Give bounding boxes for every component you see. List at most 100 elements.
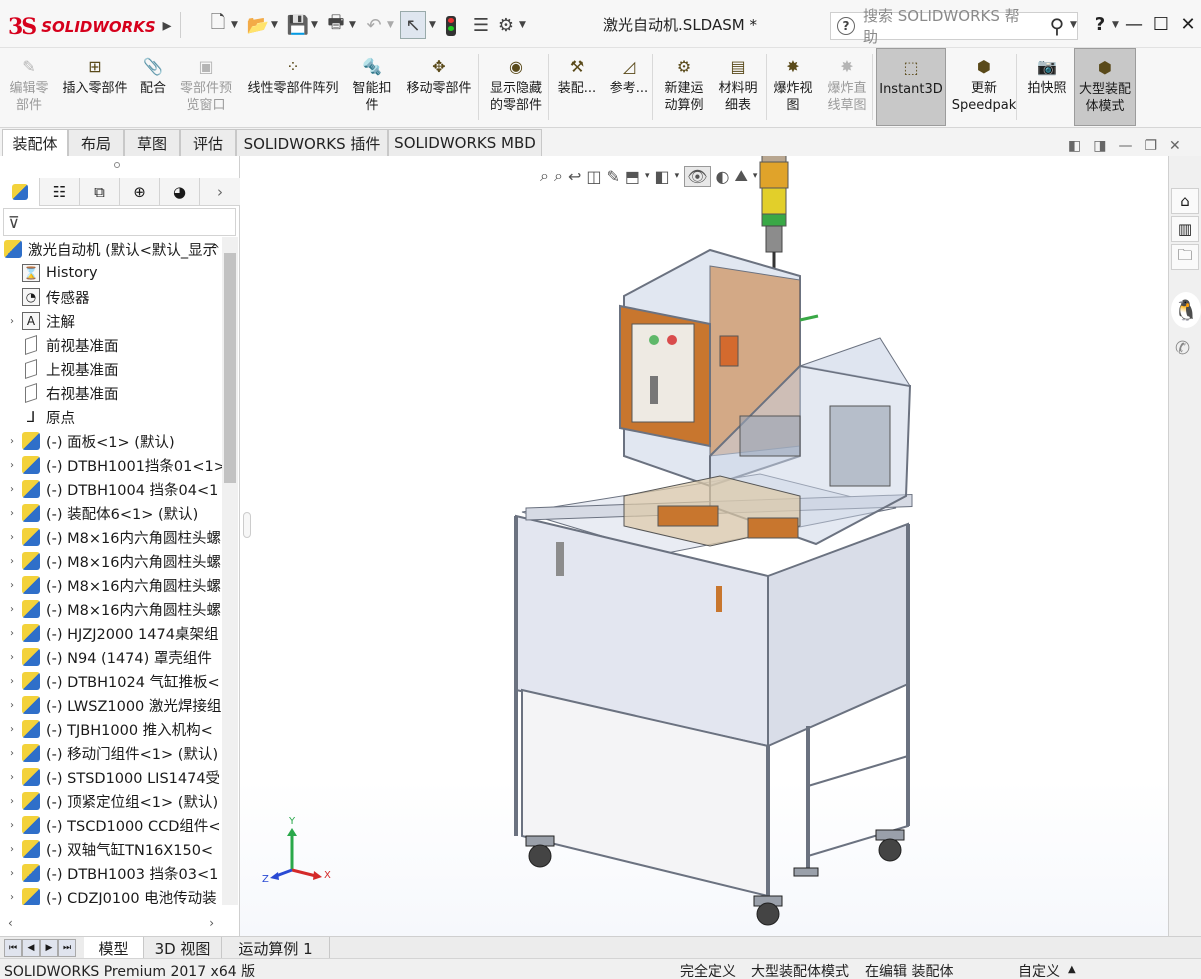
expand-arrow-icon[interactable]: ›: [6, 532, 18, 543]
tree-item[interactable]: › (-) 装配体6<1> (默认): [0, 501, 222, 525]
expand-arrow-icon[interactable]: ›: [6, 844, 18, 855]
expand-arrow-icon[interactable]: ›: [6, 700, 18, 711]
solidworks-logo[interactable]: 3S SOLIDWORKS: [8, 10, 156, 44]
ribbon-button-9[interactable]: ◿ 参考...: [604, 48, 654, 126]
file-explorer-icon[interactable]: 🗀: [1171, 244, 1199, 270]
rebuild-icon[interactable]: [446, 16, 456, 36]
ribbon-button-15[interactable]: ⬢ 更新 Speedpak: [946, 48, 1022, 126]
undo-icon[interactable]: ↶: [362, 12, 386, 38]
ribbon-button-10[interactable]: ⚙ 新建运 动算例: [656, 48, 712, 126]
chevron-down-icon[interactable]: ▼: [519, 20, 526, 30]
scrollbar-thumb[interactable]: [224, 253, 236, 483]
expand-arrow-icon[interactable]: ›: [6, 316, 18, 327]
viewport-restore-icon[interactable]: ❐: [1144, 138, 1157, 154]
tab-bottom-0[interactable]: 模型: [84, 937, 144, 959]
tree-item[interactable]: › (-) TJBH1000 推入机构<: [0, 717, 222, 741]
ribbon-button-16[interactable]: 📷 拍快照: [1022, 48, 1072, 126]
ribbon-button-17[interactable]: ⬢ 大型装配 体模式: [1074, 48, 1136, 126]
ribbon-button-0[interactable]: ✎ 编辑零 部件: [2, 48, 56, 126]
save-icon[interactable]: 💾: [286, 12, 310, 38]
ribbon-button-7[interactable]: ◉ 显示隐藏 的零部件: [482, 48, 550, 126]
ribbon-button-2[interactable]: 📎 配合: [134, 48, 172, 126]
tree-item[interactable]: › (-) N94 (1474) 罩壳组件: [0, 645, 222, 669]
assistant-avatar-icon[interactable]: 🐧: [1171, 292, 1201, 328]
tree-item[interactable]: 前视基准面: [0, 333, 222, 357]
tile-left-icon[interactable]: ◧: [1068, 138, 1081, 154]
tree-root-assembly[interactable]: 激光自动机 (默认<默认_显示 ^: [0, 237, 222, 261]
ribbon-button-8[interactable]: ⚒ 装配...: [552, 48, 602, 126]
tree-item[interactable]: › (-) M8×16内六角圆柱头螺: [0, 549, 222, 573]
chevron-up-icon[interactable]: ▲: [1068, 964, 1076, 975]
tree-filter-input[interactable]: ⊽: [3, 208, 236, 236]
ribbon-button-11[interactable]: ▤ 材料明 细表: [712, 48, 764, 126]
tree-item[interactable]: ⅃ 原点: [0, 405, 222, 429]
chevron-down-icon[interactable]: ▼: [429, 20, 436, 30]
print-icon[interactable]: 🖶: [324, 12, 348, 38]
tree-item[interactable]: 右视基准面: [0, 381, 222, 405]
help-search-box[interactable]: ? 搜索 SOLIDWORKS 帮助 ⚲: [830, 7, 1078, 46]
tree-item[interactable]: › (-) M8×16内六角圆柱头螺: [0, 597, 222, 621]
expand-arrow-icon[interactable]: ›: [6, 628, 18, 639]
tree-item[interactable]: › (-) LWSZ1000 激光焊接组: [0, 693, 222, 717]
tree-item[interactable]: › A 注解: [0, 309, 222, 333]
configurationmanager-tab-icon[interactable]: ⧉: [80, 178, 120, 206]
scroll-up-icon[interactable]: ^: [210, 242, 220, 256]
tree-item[interactable]: › (-) DTBH1004 挡条04<1: [0, 477, 222, 501]
tab-command-0[interactable]: 装配体: [2, 129, 68, 156]
expand-arrow-icon[interactable]: ›: [6, 508, 18, 519]
expand-arrow-icon[interactable]: ›: [6, 580, 18, 591]
tab-bottom-2[interactable]: 运动算例 1: [222, 937, 330, 959]
tree-horizontal-scrollbar[interactable]: ‹ ›: [0, 913, 222, 933]
expand-arrow-icon[interactable]: ›: [6, 820, 18, 831]
chevron-down-icon[interactable]: ▼: [1112, 20, 1119, 30]
ribbon-button-13[interactable]: ✸ 爆炸直 线草图: [822, 48, 872, 126]
tree-item[interactable]: › (-) M8×16内六角圆柱头螺: [0, 525, 222, 549]
panel-splitter-handle[interactable]: [114, 162, 120, 168]
scroll-right-icon[interactable]: ›: [209, 916, 214, 930]
ribbon-button-14[interactable]: ⬚ Instant3D: [876, 48, 946, 126]
select-pointer-icon[interactable]: ↖: [400, 11, 426, 39]
tab-command-1[interactable]: 布局: [68, 129, 124, 156]
phone-icon[interactable]: ✆: [1175, 338, 1201, 359]
tree-item[interactable]: › (-) 双轴气缸TN16X150<: [0, 837, 222, 861]
ribbon-button-5[interactable]: 🔩 智能扣 件: [346, 48, 398, 126]
expand-arrow-icon[interactable]: ›: [6, 484, 18, 495]
expand-arrow-icon[interactable]: ›: [6, 748, 18, 759]
chevron-down-icon[interactable]: ▼: [231, 20, 238, 30]
tabs-more-chevron-icon[interactable]: ›: [200, 178, 240, 206]
tree-item[interactable]: › (-) 移动门组件<1> (默认): [0, 741, 222, 765]
tree-item[interactable]: › (-) STSD1000 LIS1474受: [0, 765, 222, 789]
tree-vertical-scrollbar[interactable]: [222, 237, 238, 905]
tree-item[interactable]: › (-) 顶紧定位组<1> (默认): [0, 789, 222, 813]
expand-arrow-icon[interactable]: ›: [6, 460, 18, 471]
tab-bottom-1[interactable]: 3D 视图: [144, 937, 222, 959]
expand-arrow-icon[interactable]: ›: [6, 796, 18, 807]
tab-command-2[interactable]: 草图: [124, 129, 180, 156]
tab-command-4[interactable]: SOLIDWORKS 插件: [236, 129, 388, 156]
last-tab-icon[interactable]: ⏭: [58, 939, 76, 957]
minimize-button[interactable]: —: [1120, 10, 1148, 38]
expand-arrow-icon[interactable]: ›: [6, 868, 18, 879]
expand-arrow-icon[interactable]: ›: [6, 676, 18, 687]
open-file-icon[interactable]: 📂: [246, 12, 270, 38]
tree-item[interactable]: › (-) DTBH1003 挡条03<1: [0, 861, 222, 885]
ribbon-button-3[interactable]: ▣ 零部件预 览窗口: [172, 48, 240, 126]
ribbon-button-6[interactable]: ✥ 移动零部件: [400, 48, 478, 126]
expand-arrow-icon[interactable]: ›: [6, 724, 18, 735]
viewport-minimize-icon[interactable]: —: [1118, 138, 1132, 154]
tree-item[interactable]: › (-) M8×16内六角圆柱头螺: [0, 573, 222, 597]
expand-arrow-icon[interactable]: ›: [6, 556, 18, 567]
chevron-down-icon[interactable]: ▼: [271, 20, 278, 30]
help-button[interactable]: ?: [1086, 10, 1114, 38]
ribbon-button-4[interactable]: ⁘ 线性零部件阵列: [240, 48, 346, 126]
next-tab-icon[interactable]: ▶: [40, 939, 58, 957]
chevron-down-icon[interactable]: ▼: [387, 20, 394, 30]
options-gear-icon[interactable]: ⚙: [495, 12, 517, 38]
tree-item[interactable]: ◔ 传感器: [0, 285, 222, 309]
tab-command-5[interactable]: SOLIDWORKS MBD: [388, 129, 542, 156]
tree-item[interactable]: ⌛ History: [0, 261, 222, 285]
expand-arrow-icon[interactable]: ›: [6, 604, 18, 615]
scroll-left-icon[interactable]: ‹: [8, 916, 13, 930]
file-properties-icon[interactable]: ☰: [470, 12, 492, 38]
display-manager-tab-icon[interactable]: ◕: [160, 178, 200, 206]
